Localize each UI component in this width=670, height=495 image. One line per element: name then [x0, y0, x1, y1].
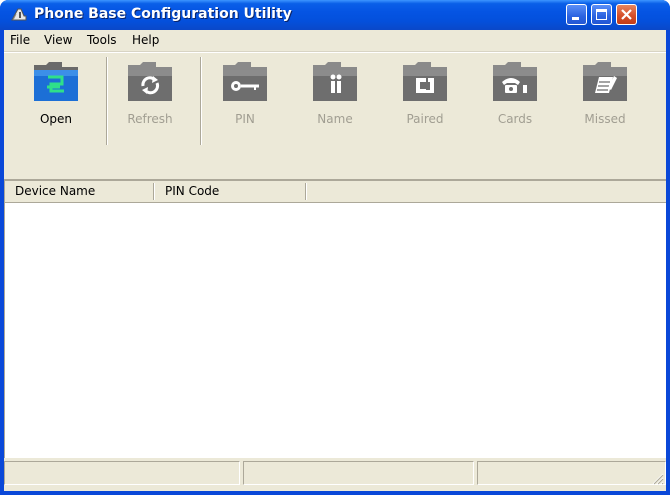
column-device-name[interactable]: Device Name	[5, 181, 155, 202]
name-button[interactable]: Name	[293, 59, 377, 133]
client-area: File View Tools Help Open Refresh PIN Na…	[4, 30, 666, 491]
open-icon	[34, 62, 78, 101]
maximize-button[interactable]	[591, 4, 612, 25]
toolbar: Open Refresh PIN Name Paired Cards Misse…	[4, 52, 666, 180]
status-panel-2	[243, 461, 474, 485]
close-icon	[621, 9, 632, 20]
menu-view[interactable]: View	[44, 33, 72, 47]
open-label: Open	[39, 112, 73, 126]
pin-label: PIN	[235, 112, 255, 126]
resize-grip-icon[interactable]	[650, 471, 664, 485]
column-divider[interactable]	[305, 183, 307, 200]
column-pin-code[interactable]: PIN Code	[155, 181, 305, 202]
menu-bar: File View Tools Help	[4, 30, 666, 52]
paired-label: Paired	[406, 112, 444, 126]
missed-button[interactable]: Missed	[563, 59, 647, 133]
key-icon	[223, 62, 267, 101]
name-icon	[313, 62, 357, 101]
device-list[interactable]: Device Name PIN Code	[4, 180, 666, 458]
paired-icon	[403, 62, 447, 101]
menu-file[interactable]: File	[10, 33, 30, 47]
paired-button[interactable]: Paired	[383, 59, 467, 133]
toolbar-separator	[200, 57, 202, 145]
status-panel-3	[477, 461, 666, 485]
cards-button[interactable]: Cards	[473, 59, 557, 133]
status-panel-1	[4, 461, 240, 485]
refresh-button[interactable]: Refresh	[108, 59, 192, 133]
window-title: Phone Base Configuration Utility	[34, 6, 292, 22]
app-phone-icon	[11, 8, 27, 21]
menu-tools[interactable]: Tools	[87, 33, 117, 47]
status-bar	[4, 459, 666, 491]
minimize-icon	[572, 17, 579, 20]
notepad-icon	[583, 62, 627, 101]
name-label: Name	[317, 112, 353, 126]
minimize-button[interactable]	[566, 4, 587, 25]
open-button[interactable]: Open	[14, 59, 98, 133]
missed-label: Missed	[584, 112, 626, 126]
title-bar[interactable]: Phone Base Configuration Utility	[0, 0, 670, 30]
app-window: Phone Base Configuration Utility File Vi…	[0, 0, 670, 495]
menu-help[interactable]: Help	[132, 33, 159, 47]
list-header: Device Name PIN Code	[5, 181, 666, 203]
phone-icon	[493, 62, 537, 101]
maximize-icon	[596, 9, 607, 20]
pin-button[interactable]: PIN	[203, 59, 287, 133]
refresh-icon	[128, 62, 172, 101]
close-button[interactable]	[616, 4, 637, 25]
refresh-label: Refresh	[127, 112, 173, 126]
cards-label: Cards	[497, 112, 533, 126]
